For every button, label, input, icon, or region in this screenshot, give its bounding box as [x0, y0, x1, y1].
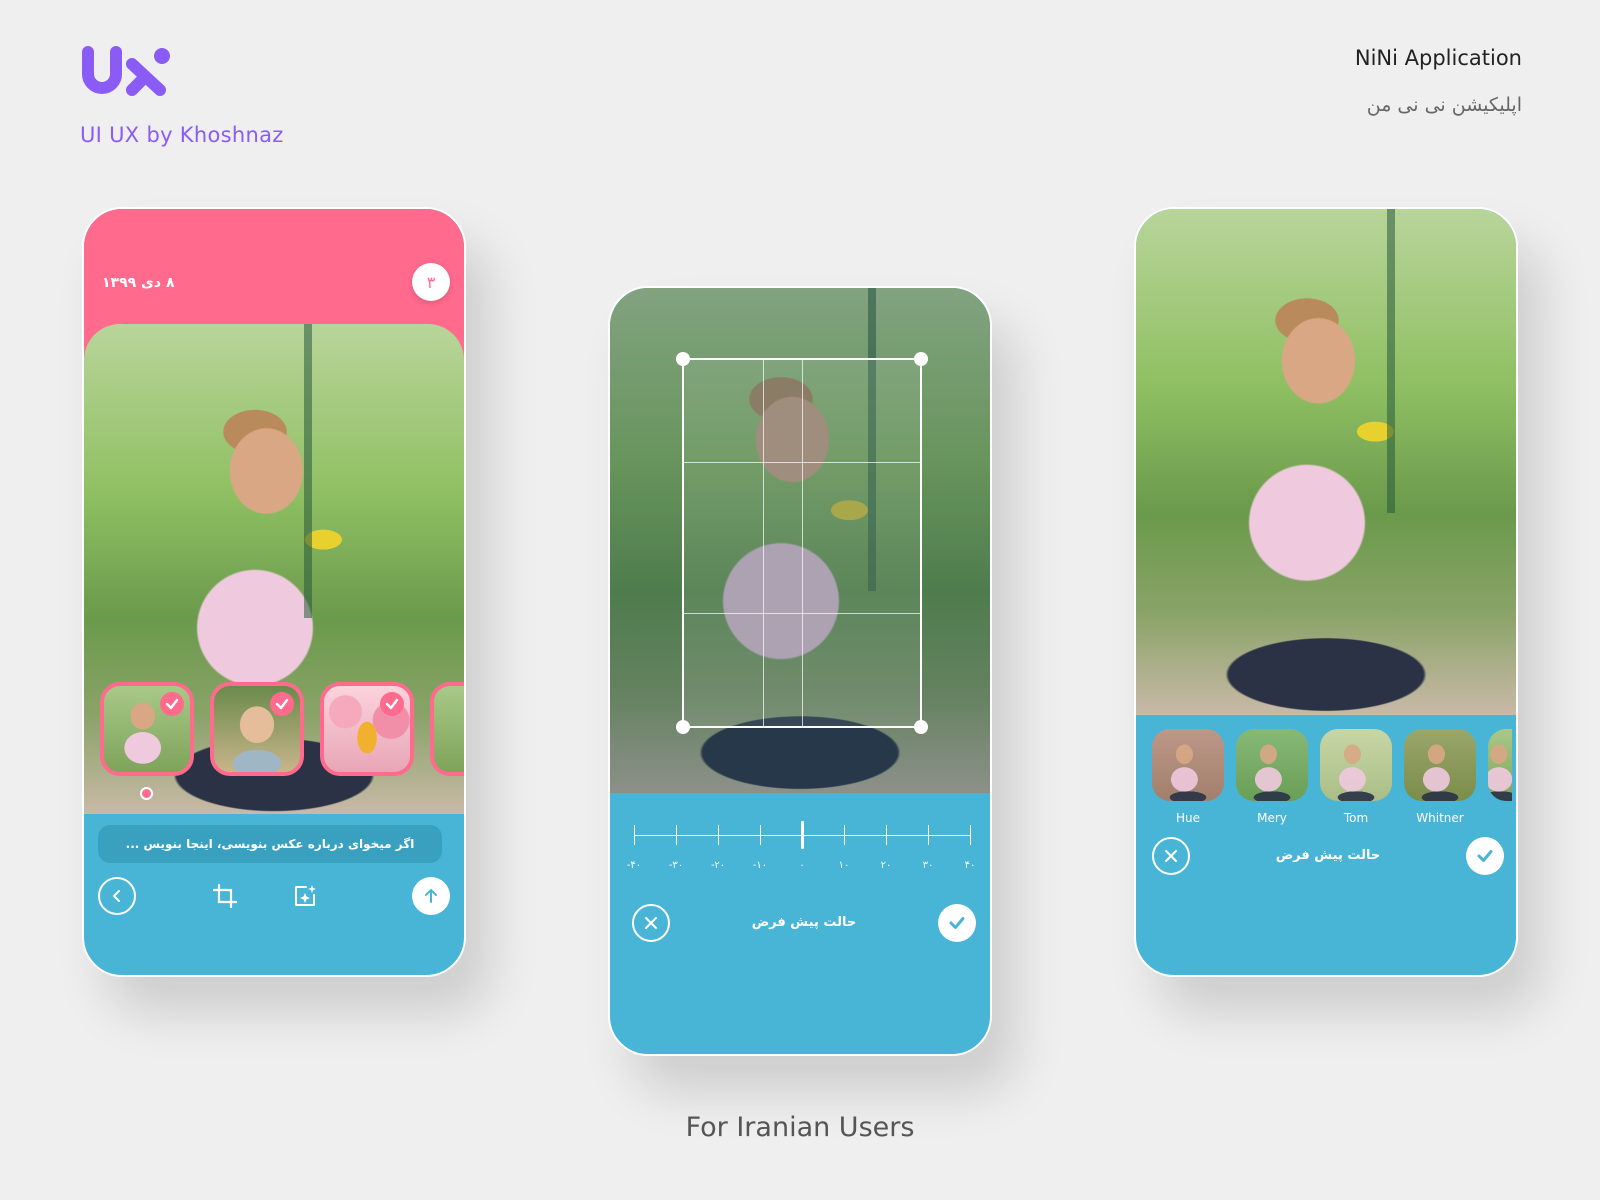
crop-grid-line: [762, 360, 764, 726]
filter-name: Hue: [1175, 811, 1200, 825]
thumbnail-baby-crawling[interactable]: [210, 682, 304, 776]
reset-default-label[interactable]: حالت پیش فرض: [1152, 837, 1504, 875]
effects-button[interactable]: [286, 877, 324, 915]
check-icon: [160, 692, 184, 716]
upload-button[interactable]: [412, 877, 450, 915]
close-icon: [645, 917, 657, 929]
ruler-tick: [970, 825, 971, 845]
filter-preview-photo: [1136, 209, 1516, 715]
check-icon: [1477, 850, 1493, 862]
back-button[interactable]: [98, 877, 136, 915]
chevron-left-icon: [113, 890, 120, 902]
rotation-ruler-slider[interactable]: -۴۰ -۳۰ -۲۰ -۱۰ ۰ ۱۰ ۲۰ ۳۰ ۴۰: [627, 818, 975, 878]
ruler-tick: [634, 825, 635, 845]
filter-name: Tom: [1343, 811, 1369, 825]
phone-filters-screen: Hue Mery Tom Whitner حالت پیش فرض: [1134, 207, 1518, 977]
check-icon: [949, 917, 965, 929]
check-icon: [270, 692, 294, 716]
close-icon: [1165, 850, 1177, 862]
date-label: ۸ دی ۱۳۹۹: [102, 275, 175, 291]
cancel-button[interactable]: [1152, 837, 1190, 875]
ruler-tick: [760, 825, 761, 845]
sparkle-image-icon: [295, 885, 316, 906]
ruler-tick: [844, 825, 845, 845]
filter-thumbnail[interactable]: [1152, 729, 1224, 801]
filter-thumbnail[interactable]: [1488, 729, 1512, 801]
crop-handle-top-left[interactable]: [676, 352, 690, 366]
phone-compose-screen: ۸ دی ۱۳۹۹ ۳ اگر میخوای درباره عکس بنویسی…: [82, 207, 466, 977]
thumbnail-strip[interactable]: [100, 682, 464, 776]
ruler-tick: [886, 825, 887, 845]
app-title: NiNi Application اپلیکیشن نی نی من: [1355, 46, 1522, 116]
app-title-english: NiNi Application: [1354, 46, 1522, 70]
ruler-tick: [676, 825, 677, 845]
arrow-up-icon: [425, 889, 437, 903]
ruler-tick-label: -۳۰: [668, 860, 684, 871]
thumbnail-girl-with-balloons[interactable]: [320, 682, 414, 776]
filter-name: Mery: [1257, 811, 1287, 825]
ruler-tick-label: -۱۰: [752, 860, 768, 871]
thumbnail-partial[interactable]: [430, 682, 464, 776]
photo-count-badge[interactable]: ۳: [412, 263, 450, 301]
filter-mery[interactable]: Mery: [1236, 729, 1308, 825]
crop-photo: [610, 288, 990, 793]
brand: UI UX by Khoshnaz: [80, 44, 284, 147]
thumbnail-baby-eating-corn[interactable]: [100, 682, 194, 776]
filter-thumbnail[interactable]: [1320, 729, 1392, 801]
filter-whitner[interactable]: Whitner: [1404, 729, 1476, 825]
ruler-tick-label: ۱۰: [838, 860, 850, 871]
confirm-button[interactable]: [938, 904, 976, 942]
filter-strip[interactable]: Hue Mery Tom Whitner: [1152, 729, 1512, 825]
ruler-tick-label: ۲۰: [880, 860, 892, 871]
app-title-persian: اپلیکیشن نی نی من: [1366, 94, 1522, 116]
crop-handle-bottom-left[interactable]: [676, 720, 690, 734]
ux-logo-icon: [82, 46, 170, 96]
phone-crop-screen: -۴۰ -۳۰ -۲۰ -۱۰ ۰ ۱۰ ۲۰ ۳۰ ۴۰ حالت پیش فرض: [608, 286, 992, 1056]
crop-handle-bottom-right[interactable]: [914, 720, 928, 734]
filter-actions: حالت پیش فرض: [1152, 837, 1504, 875]
cancel-button[interactable]: [632, 904, 670, 942]
crop-button[interactable]: [206, 877, 244, 915]
ruler-tick-label: -۲۰: [710, 860, 726, 871]
ruler-tick: [718, 825, 719, 845]
filter-name: Whitner: [1416, 811, 1464, 825]
filter-tom[interactable]: Tom: [1320, 729, 1392, 825]
confirm-button[interactable]: [1466, 837, 1504, 875]
ruler-tick-label: ۴۰: [964, 860, 976, 871]
filter-thumbnail[interactable]: [1236, 729, 1308, 801]
ruler-tick: [928, 825, 929, 845]
photo-caption-input[interactable]: اگر میخوای درباره عکس بنویسی، اینجا بنوی…: [98, 825, 442, 863]
check-icon: [380, 692, 404, 716]
filter-hue[interactable]: Hue: [1152, 729, 1224, 825]
footer-caption: For Iranian Users: [685, 1112, 915, 1143]
crop-frame[interactable]: [676, 352, 928, 734]
crop-actions: حالت پیش فرض: [632, 904, 976, 942]
ruler-tick-label: ۰: [799, 860, 805, 871]
page-indicator-dot: [140, 787, 153, 800]
crop-grid-line: [802, 360, 803, 726]
crop-icon: [212, 883, 238, 909]
brand-caption: UI UX by Khoshnaz: [80, 123, 284, 147]
filter-partial[interactable]: [1488, 729, 1512, 825]
ruler-tick-label: -۴۰: [626, 860, 642, 871]
compose-toolbar: [98, 877, 450, 915]
crop-handle-top-right[interactable]: [914, 352, 928, 366]
filter-thumbnail[interactable]: [1404, 729, 1476, 801]
reset-default-label[interactable]: حالت پیش فرض: [632, 904, 976, 942]
ruler-center-marker: [801, 821, 804, 849]
ruler-tick-label: ۳۰: [922, 860, 934, 871]
